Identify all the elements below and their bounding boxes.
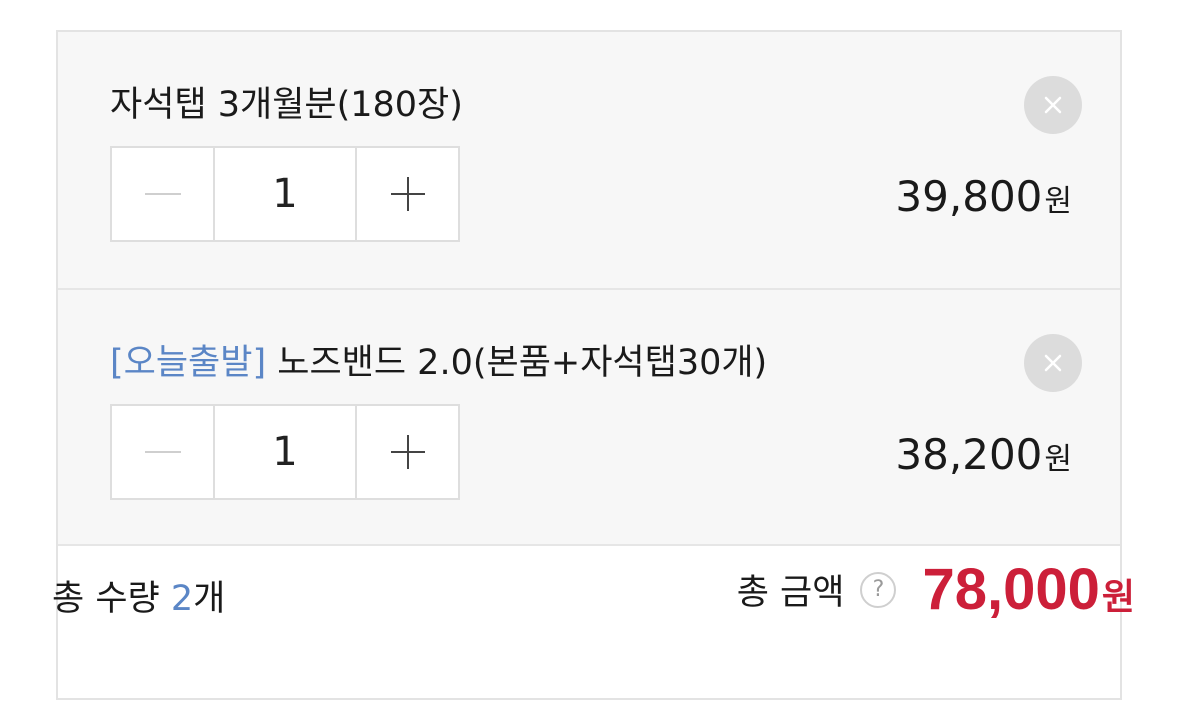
quantity-value[interactable]: 1 — [213, 148, 357, 240]
item-price: 39,800원 — [895, 172, 1072, 221]
total-quantity-value: 2 — [170, 579, 194, 619]
item-price-currency: 원 — [1044, 442, 1072, 477]
item-price-value: 38,200 — [895, 430, 1043, 479]
increase-button[interactable] — [357, 148, 458, 240]
remove-item-button[interactable] — [1024, 334, 1082, 392]
total-quantity: 총 수량 2개 — [52, 570, 225, 621]
item-title: 노즈밴드 2.0(본품+자석탭30개) — [266, 343, 768, 383]
close-icon — [1044, 96, 1062, 114]
item-price: 38,200원 — [895, 430, 1072, 479]
remove-item-button[interactable] — [1024, 76, 1082, 134]
cart-item: [오늘출발] 노즈밴드 2.0(본품+자석탭30개) 1 38,200원 — [58, 290, 1120, 546]
total-price-currency: 원 — [1101, 576, 1135, 617]
total-quantity-label: 총 수량 — [52, 579, 171, 619]
help-icon[interactable]: ? — [860, 571, 897, 608]
item-name: 자석탭 3개월분(180장) — [110, 76, 463, 127]
plus-icon — [390, 435, 425, 469]
quantity-stepper: 1 — [110, 146, 460, 242]
plus-icon — [390, 177, 425, 211]
total-price-value: 78,000 — [922, 557, 1100, 622]
item-price-value: 39,800 — [895, 172, 1043, 221]
item-name: [오늘출발] 노즈밴드 2.0(본품+자석탭30개) — [110, 334, 767, 385]
total-price: 총 금액 ? 78,000원 — [737, 556, 1135, 623]
item-title: 자석탭 3개월분(180장) — [110, 85, 463, 125]
increase-button[interactable] — [357, 406, 458, 498]
cart-item: 자석탭 3개월분(180장) 1 39,800원 — [58, 32, 1120, 290]
item-tag: [오늘출발] — [110, 343, 267, 383]
close-icon — [1044, 354, 1062, 372]
total-quantity-unit: 개 — [193, 579, 226, 619]
minus-icon — [144, 193, 181, 195]
quantity-stepper: 1 — [110, 404, 460, 500]
decrease-button[interactable] — [112, 406, 213, 498]
decrease-button[interactable] — [112, 148, 213, 240]
total-price-label: 총 금액 — [736, 573, 845, 613]
item-price-currency: 원 — [1044, 184, 1072, 219]
minus-icon — [144, 451, 181, 453]
total-price-amount: 78,000원 — [922, 556, 1135, 623]
quantity-value[interactable]: 1 — [213, 406, 357, 498]
